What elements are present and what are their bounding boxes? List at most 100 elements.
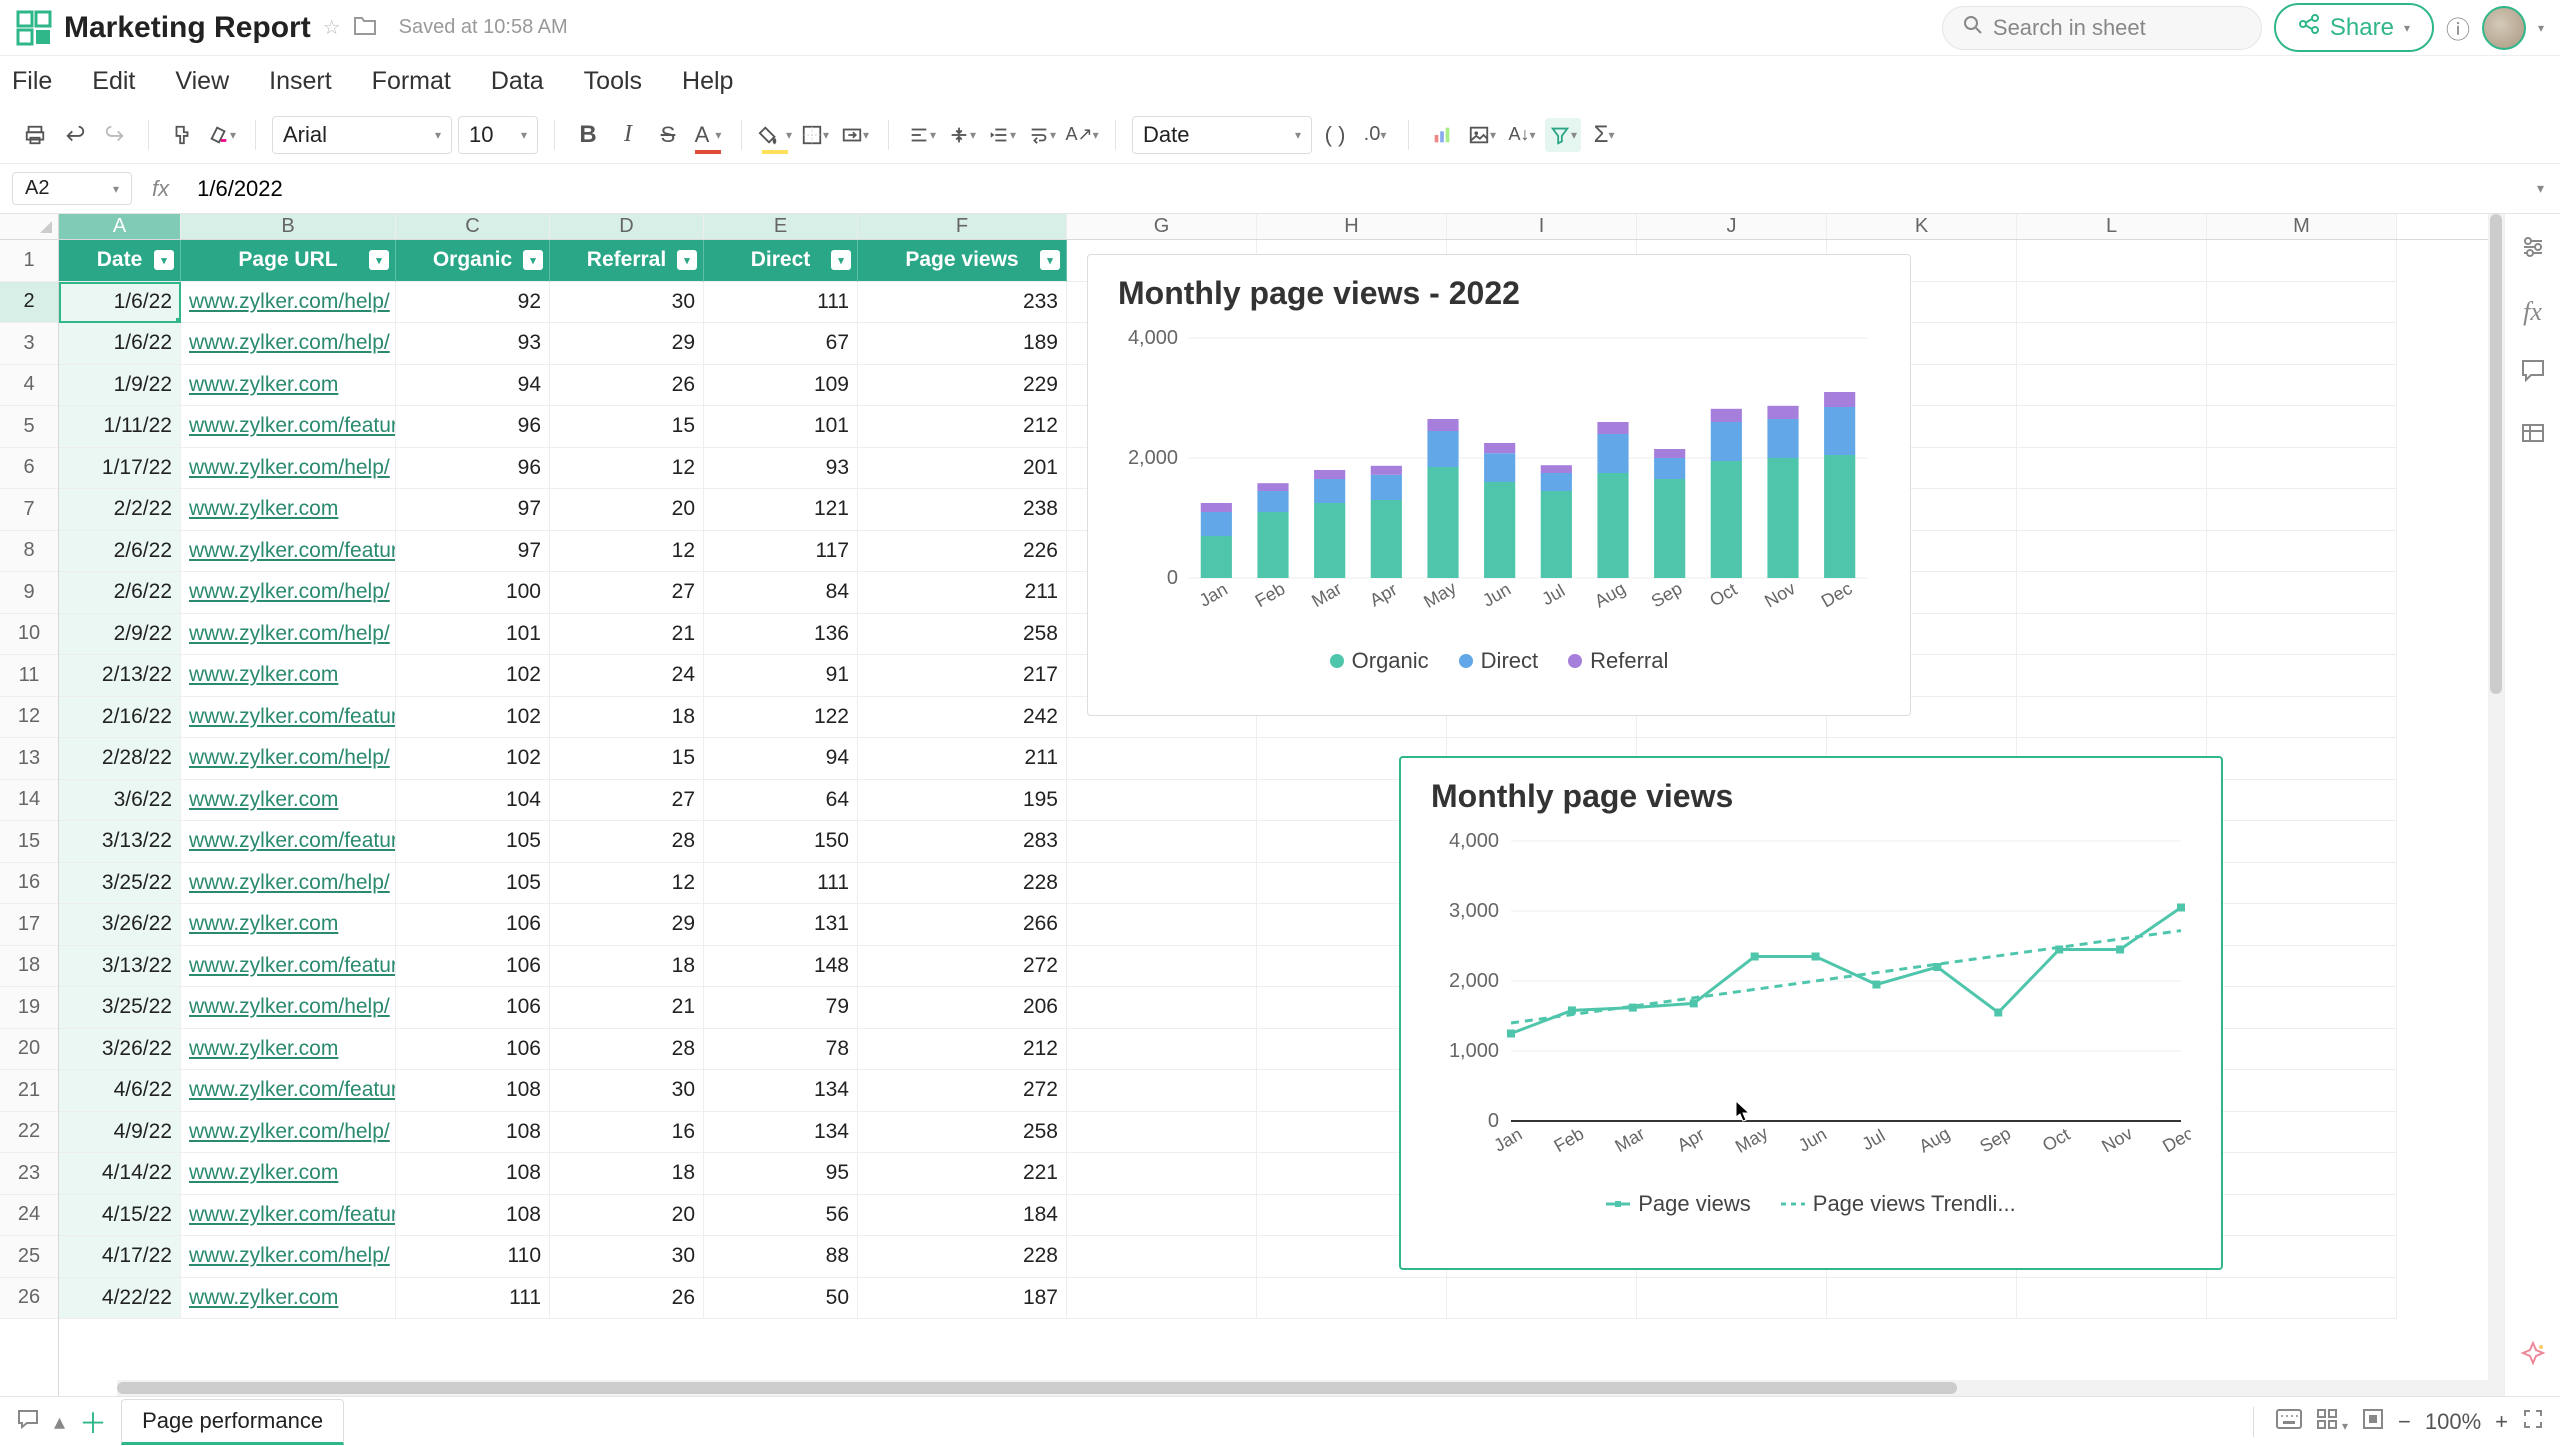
cell[interactable]: 148 bbox=[704, 946, 858, 988]
url-cell[interactable]: www.zylker.com/help/ bbox=[181, 1236, 396, 1278]
cell[interactable]: 79 bbox=[704, 987, 858, 1029]
row-header[interactable]: 13 bbox=[0, 738, 58, 780]
cell[interactable] bbox=[1067, 904, 1257, 946]
borders-button[interactable]: ▾ bbox=[798, 118, 832, 152]
cell[interactable] bbox=[2207, 821, 2397, 863]
cell[interactable]: 21 bbox=[550, 987, 704, 1029]
cell[interactable]: 94 bbox=[704, 738, 858, 780]
cell[interactable] bbox=[2017, 240, 2207, 282]
sort-button[interactable]: A↓▾ bbox=[1505, 118, 1539, 152]
cell[interactable]: 117 bbox=[704, 531, 858, 573]
parentheses-button[interactable]: ( ) bbox=[1318, 118, 1352, 152]
select-all-corner[interactable] bbox=[0, 214, 58, 240]
menu-edit[interactable]: Edit bbox=[92, 67, 135, 96]
cell[interactable]: 2/6/22 bbox=[59, 531, 181, 573]
info-icon[interactable]: ⓘ bbox=[2446, 10, 2470, 45]
url-cell[interactable]: www.zylker.com/features/ bbox=[181, 946, 396, 988]
cell[interactable]: 101 bbox=[396, 614, 550, 656]
cell[interactable] bbox=[2207, 365, 2397, 407]
cell[interactable]: 12 bbox=[550, 863, 704, 905]
cell[interactable]: 12 bbox=[550, 448, 704, 490]
cell[interactable] bbox=[2207, 987, 2397, 1029]
cell[interactable] bbox=[2017, 614, 2207, 656]
cell[interactable]: 50 bbox=[704, 1278, 858, 1320]
cell[interactable]: 104 bbox=[396, 780, 550, 822]
cell[interactable] bbox=[1067, 1153, 1257, 1195]
cell[interactable]: 228 bbox=[858, 863, 1067, 905]
row-header[interactable]: 2 bbox=[0, 282, 58, 324]
row-header[interactable]: 24 bbox=[0, 1195, 58, 1237]
cell[interactable] bbox=[2207, 489, 2397, 531]
table-header-cell[interactable]: Page views▾ bbox=[858, 240, 1067, 282]
cell[interactable]: 228 bbox=[858, 1236, 1067, 1278]
cell[interactable]: 195 bbox=[858, 780, 1067, 822]
url-cell[interactable]: www.zylker.com/features/ bbox=[181, 1070, 396, 1112]
cell[interactable]: 94 bbox=[396, 365, 550, 407]
row-header[interactable]: 22 bbox=[0, 1112, 58, 1154]
row-header[interactable]: 16 bbox=[0, 863, 58, 905]
cell[interactable] bbox=[2207, 1236, 2397, 1278]
row-header[interactable]: 11 bbox=[0, 655, 58, 697]
ai-panel-icon[interactable] bbox=[2519, 1341, 2547, 1376]
cell[interactable]: 18 bbox=[550, 697, 704, 739]
sigma-button[interactable]: Σ▾ bbox=[1587, 118, 1621, 152]
url-cell[interactable]: www.zylker.com/help/ bbox=[181, 738, 396, 780]
cell[interactable]: 4/14/22 bbox=[59, 1153, 181, 1195]
row-header[interactable]: 12 bbox=[0, 697, 58, 739]
cell[interactable]: 206 bbox=[858, 987, 1067, 1029]
cell[interactable]: 212 bbox=[858, 1029, 1067, 1071]
formula-input[interactable] bbox=[189, 176, 2521, 202]
url-cell[interactable]: www.zylker.com/features/ bbox=[181, 531, 396, 573]
cell[interactable]: 15 bbox=[550, 406, 704, 448]
cell[interactable]: 102 bbox=[396, 697, 550, 739]
cell[interactable]: 3/25/22 bbox=[59, 987, 181, 1029]
cell[interactable]: 283 bbox=[858, 821, 1067, 863]
url-cell[interactable]: www.zylker.com bbox=[181, 1029, 396, 1071]
cell[interactable]: 26 bbox=[550, 1278, 704, 1320]
cell[interactable]: 29 bbox=[550, 904, 704, 946]
cell[interactable]: 2/28/22 bbox=[59, 738, 181, 780]
url-cell[interactable]: www.zylker.com/features/ bbox=[181, 697, 396, 739]
cell[interactable] bbox=[1067, 946, 1257, 988]
cell[interactable]: 111 bbox=[396, 1278, 550, 1320]
row-header[interactable]: 1 bbox=[0, 240, 58, 282]
cell[interactable] bbox=[2207, 780, 2397, 822]
column-header[interactable]: D bbox=[550, 214, 704, 239]
column-header[interactable]: F bbox=[858, 214, 1067, 239]
cell[interactable]: 272 bbox=[858, 946, 1067, 988]
cell[interactable] bbox=[1067, 987, 1257, 1029]
cell[interactable] bbox=[2017, 697, 2207, 739]
cell[interactable]: 20 bbox=[550, 1195, 704, 1237]
url-cell[interactable]: www.zylker.com/help/ bbox=[181, 863, 396, 905]
table-header-cell[interactable]: Organic▾ bbox=[396, 240, 550, 282]
search-input[interactable]: Search in sheet bbox=[1942, 6, 2262, 50]
sheets-menu-icon[interactable]: ▴ bbox=[54, 1409, 65, 1435]
menu-insert[interactable]: Insert bbox=[269, 67, 332, 96]
cell[interactable] bbox=[2207, 1112, 2397, 1154]
cell[interactable]: 3/6/22 bbox=[59, 780, 181, 822]
cell[interactable] bbox=[2017, 572, 2207, 614]
chart-monthly-page-views-line[interactable]: Monthly page views 01,0002,0003,0004,000… bbox=[1399, 756, 2223, 1270]
cell[interactable]: 242 bbox=[858, 697, 1067, 739]
cell[interactable] bbox=[2207, 1070, 2397, 1112]
cell[interactable]: 2/16/22 bbox=[59, 697, 181, 739]
cell[interactable] bbox=[1067, 1195, 1257, 1237]
format-painter-button[interactable] bbox=[165, 118, 199, 152]
column-header[interactable]: M bbox=[2207, 214, 2397, 239]
cell[interactable] bbox=[1067, 780, 1257, 822]
cell[interactable]: 211 bbox=[858, 572, 1067, 614]
cell[interactable]: 3/26/22 bbox=[59, 1029, 181, 1071]
cell[interactable]: 272 bbox=[858, 1070, 1067, 1112]
decimal-button[interactable]: .0▾ bbox=[1358, 118, 1392, 152]
halign-button[interactable]: ▾ bbox=[905, 118, 939, 152]
document-title[interactable]: Marketing Report bbox=[64, 11, 311, 45]
url-cell[interactable]: www.zylker.com bbox=[181, 780, 396, 822]
row-header[interactable]: 15 bbox=[0, 821, 58, 863]
cell[interactable]: 78 bbox=[704, 1029, 858, 1071]
cell[interactable]: 64 bbox=[704, 780, 858, 822]
cell[interactable] bbox=[1067, 738, 1257, 780]
url-cell[interactable]: www.zylker.com bbox=[181, 365, 396, 407]
cell[interactable]: 2/9/22 bbox=[59, 614, 181, 656]
row-header[interactable]: 19 bbox=[0, 987, 58, 1029]
cell[interactable] bbox=[2017, 282, 2207, 324]
